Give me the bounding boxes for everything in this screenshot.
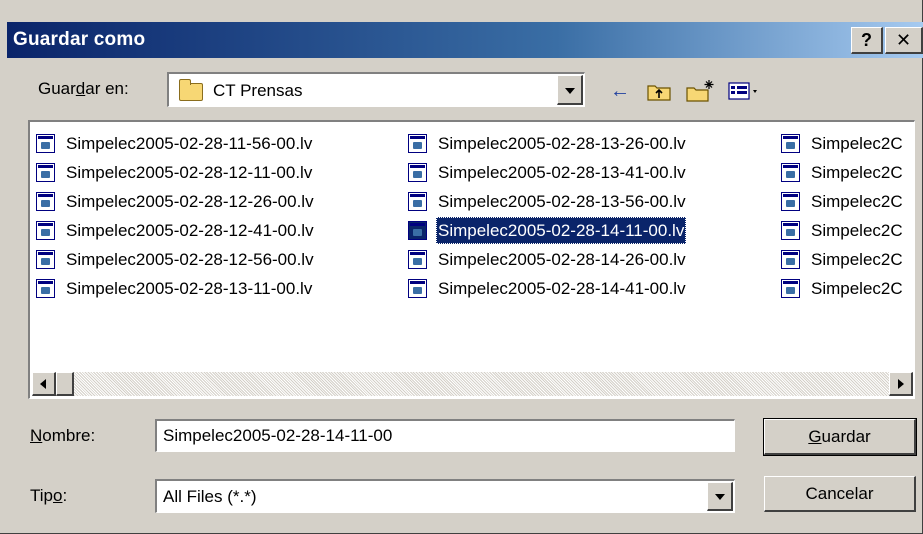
file-icon — [36, 192, 55, 211]
list-item[interactable]: Simpelec2005-02-28-14-41-00.lv — [402, 275, 688, 302]
file-icon — [408, 134, 427, 153]
save-in-label: Guardar en: — [38, 79, 129, 98]
filetype-dropdown[interactable]: All Files (*.*) — [155, 479, 735, 513]
list-item[interactable]: Simpelec2005-02-28-11-56-00.lv — [30, 130, 314, 157]
title-bar[interactable]: Guardar como ? ✕ — [7, 22, 923, 58]
save-as-dialog: Guardar como ? ✕ Guardar en: CT Prensas … — [0, 0, 923, 534]
help-button[interactable]: ? — [851, 27, 883, 54]
list-item[interactable]: Simpelec2C — [775, 130, 905, 157]
file-icon — [408, 163, 427, 182]
list-item[interactable]: Simpelec2005-02-28-13-26-00.lv — [402, 130, 688, 157]
list-item[interactable]: Simpelec2C — [775, 275, 905, 302]
filetype-value: All Files (*.*) — [163, 487, 257, 506]
list-item[interactable]: Simpelec2005-02-28-14-26-00.lv — [402, 246, 688, 273]
list-item[interactable]: Simpelec2C — [775, 217, 905, 244]
file-icon — [408, 279, 427, 298]
horizontal-scrollbar[interactable] — [32, 372, 913, 396]
cancel-button[interactable]: Cancelar — [764, 476, 916, 512]
file-icon — [36, 250, 55, 269]
save-in-dropdown[interactable]: CT Prensas — [167, 72, 585, 107]
scroll-right-button[interactable] — [889, 372, 913, 396]
view-menu-icon[interactable] — [726, 76, 764, 106]
list-item[interactable]: Simpelec2C — [775, 159, 905, 186]
filename-input[interactable] — [155, 419, 735, 452]
list-item[interactable]: Simpelec2005-02-28-12-26-00.lv — [30, 188, 316, 215]
file-icon — [408, 221, 427, 240]
list-item[interactable]: Simpelec2C — [775, 188, 905, 215]
file-icon — [781, 250, 800, 269]
folder-up-icon[interactable] — [644, 76, 674, 106]
scroll-thumb[interactable] — [56, 372, 74, 396]
list-item[interactable]: Simpelec2005-02-28-12-11-00.lv — [30, 159, 314, 186]
back-icon[interactable]: ← — [606, 76, 634, 106]
list-item[interactable]: Simpelec2005-02-28-13-11-00.lv — [30, 275, 314, 302]
file-icon — [36, 221, 55, 240]
file-icon — [781, 192, 800, 211]
list-item[interactable]: Simpelec2C — [775, 246, 905, 273]
filetype-label: Tipo: — [30, 486, 68, 505]
up-folder-icon — [647, 85, 671, 101]
new-folder-icon[interactable] — [684, 76, 716, 106]
file-icon — [781, 163, 800, 182]
file-icon — [36, 134, 55, 153]
file-list[interactable]: Simpelec2005-02-28-11-56-00.lv Simpelec2… — [28, 120, 915, 399]
list-item[interactable]: Simpelec2005-02-28-13-41-00.lv — [402, 159, 688, 186]
file-icon — [408, 192, 427, 211]
close-button[interactable]: ✕ — [885, 27, 923, 54]
list-item[interactable]: Simpelec2005-02-28-12-56-00.lv — [30, 246, 316, 273]
save-in-value: CT Prensas — [213, 81, 303, 100]
list-item[interactable]: Simpelec2005-02-28-13-56-00.lv — [402, 188, 688, 215]
file-icon — [408, 250, 427, 269]
save-in-dropdown-button[interactable] — [557, 75, 583, 105]
file-icon — [781, 221, 800, 240]
filename-label: Nombre: — [30, 426, 96, 445]
filetype-dropdown-button[interactable] — [707, 482, 733, 511]
scroll-left-button[interactable] — [32, 372, 56, 396]
file-icon — [36, 163, 55, 182]
file-icon — [36, 279, 55, 298]
create-folder-icon — [686, 80, 714, 102]
dialog-title: Guardar como — [13, 29, 146, 50]
list-item-selected[interactable]: Simpelec2005-02-28-14-11-00.lv — [402, 217, 687, 244]
folder-icon — [179, 79, 203, 101]
views-icon — [728, 82, 757, 100]
list-item[interactable]: Simpelec2005-02-28-12-41-00.lv — [30, 217, 316, 244]
file-icon — [781, 279, 800, 298]
file-icon — [781, 134, 800, 153]
save-button[interactable]: Guardar — [763, 418, 917, 456]
